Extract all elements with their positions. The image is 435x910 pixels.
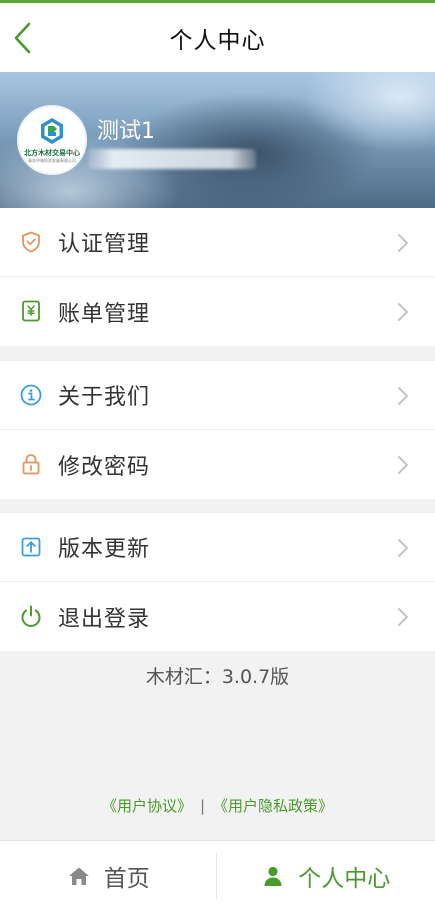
power-icon [21,605,41,628]
user-agreement-link[interactable]: 《用户协议》 [102,797,192,815]
redacted-phone-number [88,149,256,169]
menu-item-change-password[interactable]: 修改密码 [0,430,435,499]
chevron-right-icon [398,387,408,405]
menu-item-label: 关于我们 [58,385,151,410]
upload-icon [21,537,41,557]
logo-company-subtitle: 青岛中林投资发展有限公司 [28,158,76,163]
legal-links: 《用户协议》 | 《用户隐私政策》 [0,795,435,816]
avatar[interactable]: 北方木材交易中心 青岛中林投资发展有限公司 [17,105,87,175]
menu-item-label: 版本更新 [58,537,151,562]
menu-group-info: 关于我们 修改密码 [0,361,435,499]
tab-home-label: 首页 [103,865,150,892]
lock-icon [22,454,40,475]
navigation-bar: 个人中心 [0,3,435,72]
menu-item-label: 认证管理 [58,232,151,257]
menu-item-version-update[interactable]: 版本更新 [0,513,435,582]
user-icon [264,866,282,886]
chevron-right-icon [398,456,408,474]
chevron-right-icon [398,234,408,252]
bill-icon [22,300,40,322]
page-title: 个人中心 [169,27,266,54]
menu-item-label: 修改密码 [58,454,151,480]
chevron-right-icon [398,608,408,626]
logo-company-name: 北方木材交易中心 [24,149,80,157]
username: 测试1 [97,119,155,144]
chevron-right-icon [398,303,408,321]
tab-divider [216,853,217,899]
app-version: 木材汇：3.0.7版 [145,666,290,688]
tab-profile[interactable]: 个人中心 [218,841,435,910]
tab-profile-label: 个人中心 [298,865,391,892]
home-icon [68,867,89,885]
menu-item-about-us[interactable]: 关于我们 [0,361,435,430]
info-icon [20,384,42,406]
bottom-tab-bar: 首页 个人中心 [0,840,435,910]
tab-home[interactable]: 首页 [0,841,218,910]
company-logo-icon [41,118,63,144]
menu-item-label: 退出登录 [58,606,151,632]
chevron-right-icon [398,539,408,557]
profile-header: 北方木材交易中心 青岛中林投资发展有限公司 测试1 [0,72,435,208]
menu-group-account: 认证管理 账单管理 [0,208,435,346]
link-separator: | [199,797,206,815]
privacy-policy-link[interactable]: 《用户隐私政策》 [213,797,333,815]
menu-item-logout[interactable]: 退出登录 [0,582,435,651]
menu-group-system: 版本更新 退出登录 [0,513,435,651]
menu-item-bills[interactable]: 账单管理 [0,277,435,346]
shield-check-icon [22,231,40,253]
menu-item-certification[interactable]: 认证管理 [0,208,435,277]
menu-item-label: 账单管理 [58,301,151,327]
chevron-left-icon[interactable] [10,21,36,55]
